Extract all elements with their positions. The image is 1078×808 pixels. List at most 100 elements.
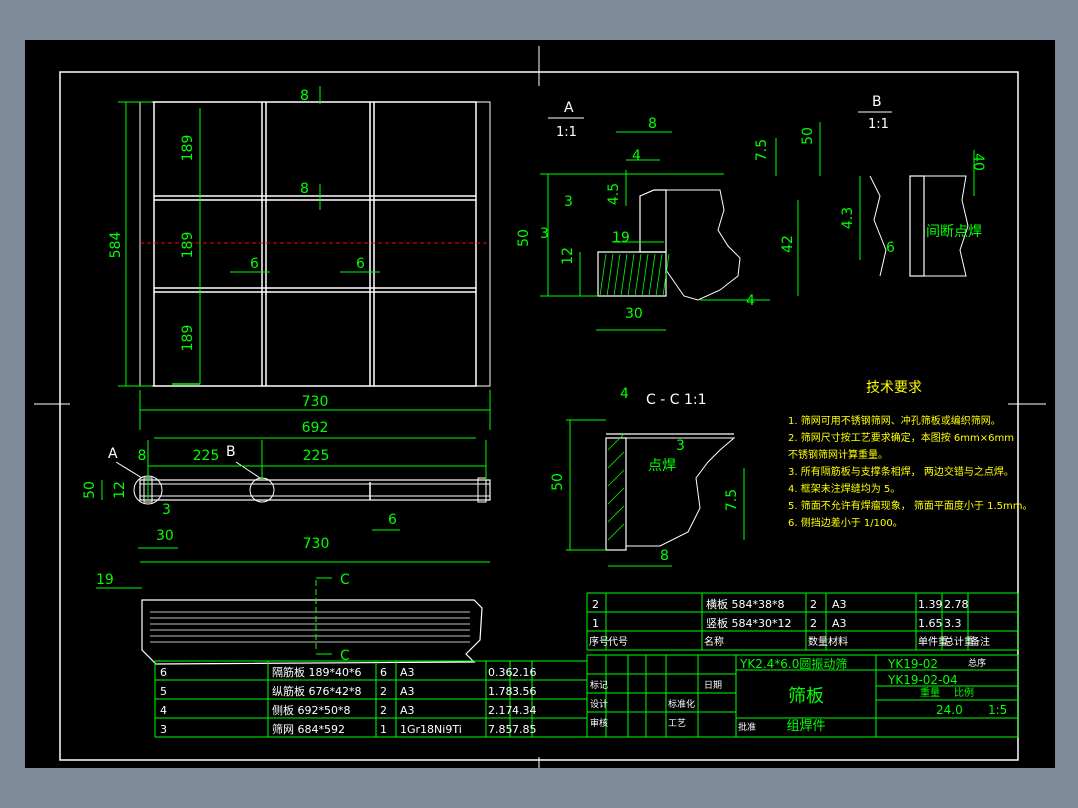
header-material: 材料: [828, 635, 848, 648]
dimension-text: 6: [250, 256, 259, 272]
weight-label: 重量: [920, 686, 940, 699]
dimension-text: 12: [112, 481, 128, 499]
part-name: 纵筋板 676*42*8: [272, 684, 362, 698]
dimension-text: 3: [162, 502, 171, 518]
side-view: A B 225 225 8 50 12 3 30 730 6: [82, 440, 491, 563]
dimension-text: 584: [108, 232, 124, 259]
dimension-text: 8: [300, 88, 309, 104]
hatch: [620, 253, 628, 297]
part-no: 2: [592, 598, 599, 611]
break-line: [658, 189, 741, 301]
cad-drawing[interactable]: 584189189189730692886 6A1:150 3312301984 7.…: [0, 0, 1078, 808]
part-qty: 2: [380, 704, 387, 717]
label-b: B: [226, 444, 236, 460]
dimension-text: 4.3: [840, 207, 856, 229]
dimension-text: 40: [970, 153, 986, 171]
spot-weld-note: 点焊: [648, 458, 676, 474]
hatch: [627, 253, 635, 297]
parts-table-upper: 2 横板 584*38*8 2 A3 1.39 2.78 1 竖板 584*30*12 2 A3 1…: [586, 592, 1019, 651]
part-total-weight: 2.16: [512, 666, 537, 679]
part-total-weight: 3.56: [512, 685, 537, 698]
part-material: A3: [400, 704, 415, 717]
dimension-text: 4: [620, 386, 629, 402]
header-name: 名称: [704, 635, 724, 648]
dimension-text: 3: [564, 194, 573, 210]
machine-code: YK19-02: [887, 657, 938, 671]
dimension-text: 730: [303, 536, 330, 552]
part-material: A3: [400, 685, 415, 698]
dimension-text: 19: [96, 572, 114, 588]
dimension-text: 30: [625, 306, 643, 322]
part-material: 1Gr18Ni9Ti: [400, 723, 462, 736]
dimension-text: 6: [356, 256, 365, 272]
label-standard: 标准化: [668, 698, 695, 710]
break-line-left: [869, 175, 887, 277]
part-material: A3: [832, 598, 847, 611]
assembly-type: 组焊件: [786, 718, 825, 734]
part-unit-weight: 1.65: [918, 617, 943, 630]
tech-req-item: 不锈钢筛网计算重量。: [788, 448, 888, 461]
part-name: 横板 584*38*8: [706, 597, 785, 611]
dimension-text: 4: [746, 293, 755, 309]
part-name: 筛网 684*592: [272, 722, 345, 736]
dimension-text: 6: [388, 512, 397, 528]
dimension-text: 7.5: [724, 489, 740, 511]
part-name: 竖板 584*30*12: [706, 616, 792, 630]
weld-note: 间断点焊: [926, 224, 982, 240]
dimension-text: 189: [180, 232, 196, 259]
dimension-text: 4: [632, 148, 641, 164]
hatch: [607, 451, 625, 469]
label-category: 总序: [968, 657, 986, 669]
part-material: A3: [400, 666, 415, 679]
hatch: [599, 253, 607, 297]
dimension-text: 3: [676, 438, 685, 454]
part-material: A3: [832, 617, 847, 630]
side-outline: [139, 479, 491, 501]
part-qty: 1: [380, 723, 387, 736]
detail-a-scale: 1:1: [556, 125, 577, 140]
part-unit-weight: 7.85: [488, 723, 513, 736]
scale-label: 比例: [954, 686, 974, 699]
part-total-weight: 2.78: [944, 598, 969, 611]
hatch: [607, 505, 625, 523]
label-approve: 批准: [738, 721, 756, 733]
dimension-text: 4.5: [606, 183, 622, 205]
dimension-text: 3: [540, 226, 549, 242]
tech-req-item: 1. 筛网可用不锈钢筛网、冲孔筛板或编织筛网。: [788, 414, 1001, 427]
bottom-view: C C 19: [96, 572, 483, 665]
hatch: [607, 469, 625, 487]
dimension-text: 50: [516, 229, 532, 247]
tech-req-item: 2. 筛网尺寸按工艺要求确定，本图按 6mm×6mm: [788, 431, 1014, 444]
part-no: 4: [160, 704, 167, 717]
label-design: 设计: [590, 698, 608, 710]
section-marker-top: C: [340, 572, 350, 588]
detail-b-label: B: [872, 94, 882, 110]
hatch: [655, 253, 663, 297]
hatch: [613, 253, 621, 297]
dimension-text: 692: [302, 420, 329, 436]
part-name: 侧板 692*50*8: [272, 703, 351, 717]
header-no: 序号: [589, 635, 609, 648]
side-plate: [909, 175, 925, 277]
detail-b-circle: [249, 477, 275, 503]
dimension-text: 8: [648, 116, 657, 132]
label-a: A: [108, 446, 118, 462]
bottom-outline: [141, 599, 483, 665]
cad-viewport[interactable]: 584 189 189 189 730 692 8 8 6 6 A 1:1 50 3 3 12 30 19 8 4 7.…: [0, 0, 1078, 808]
part-unit-weight: 0.36: [488, 666, 513, 679]
label-mark: 标记: [590, 679, 608, 691]
dimension-text: 189: [180, 135, 196, 162]
label-date: 日期: [704, 680, 722, 691]
hatch: [607, 487, 625, 505]
part-total-weight: 7.85: [512, 723, 537, 736]
detail-b: B 1:1 50 40 4.3 6 间断点焊: [800, 94, 986, 277]
header-code: 代号: [608, 636, 628, 648]
hatch: [607, 523, 625, 541]
tech-req-item: 6. 侧挡边差小于 1/100。: [788, 516, 903, 529]
dimension-text: 12: [560, 247, 576, 265]
part-title: 筛板: [788, 686, 824, 707]
end-plate-right: [477, 477, 487, 503]
part-unit-weight: 2.17: [488, 704, 513, 717]
title-block: YK2.4*6.0圆振动筛 YK19-02 YK19-02-04 筛板组焊件 重量 比例 2…: [586, 654, 1019, 738]
frame-outline: [153, 101, 477, 387]
